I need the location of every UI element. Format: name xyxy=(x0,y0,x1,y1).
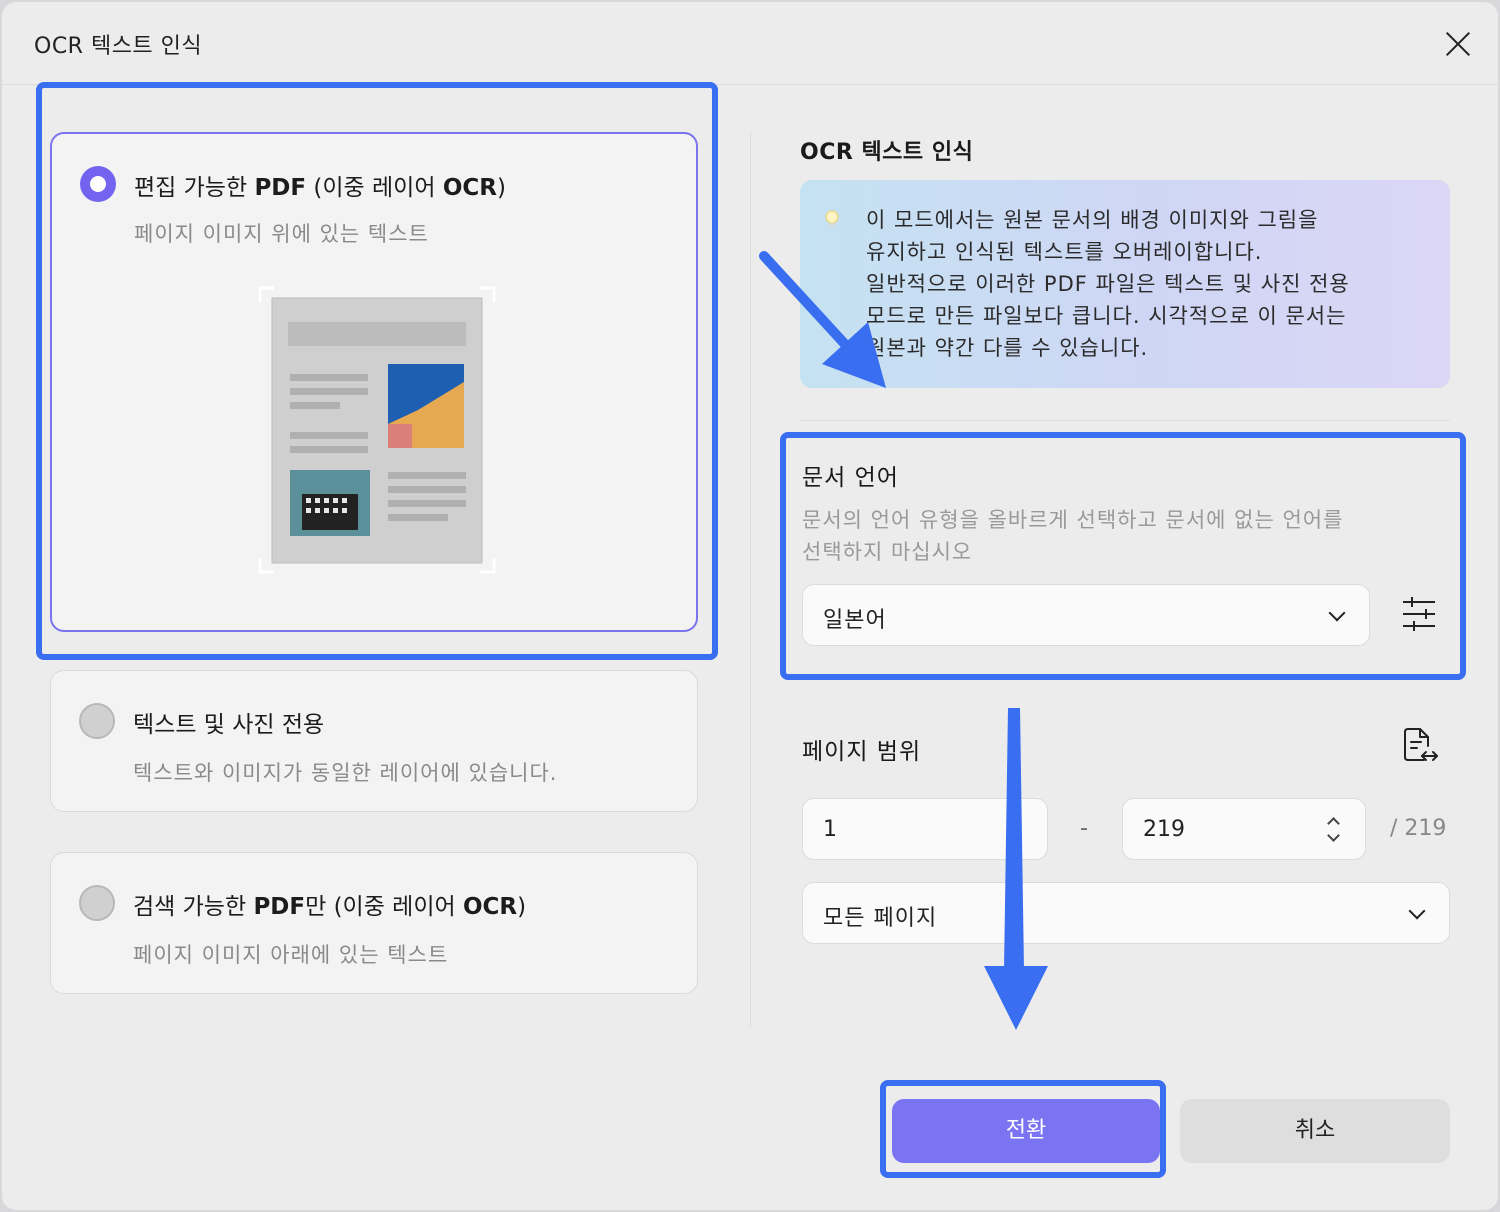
language-label: 문서 언어 xyxy=(802,465,899,491)
range-dash: - xyxy=(1080,816,1088,841)
radio-editable-pdf[interactable] xyxy=(80,166,116,202)
dialog-title: OCR 텍스트 인식 xyxy=(34,34,203,59)
chevron-up-icon[interactable] xyxy=(1327,817,1340,830)
document-illustration xyxy=(258,286,496,574)
mode-card-searchable-pdf[interactable]: 검색 가능한 PDF만 (이중 레이어 OCR) 페이지 이미지 아래에 있는 … xyxy=(50,852,698,994)
page-from-input[interactable]: 1 xyxy=(802,798,1048,860)
radio-searchable-pdf[interactable] xyxy=(79,885,115,921)
language-desc: 문서의 언어 유형을 올바르게 선택하고 문서에 없는 언어를 선택하지 마십시… xyxy=(802,508,1344,564)
info-text: 이 모드에서는 원본 문서의 배경 이미지와 그림을 유지하고 인식된 텍스트를… xyxy=(866,208,1350,360)
convert-button[interactable]: 전환 xyxy=(892,1099,1160,1163)
mode-card-text-image[interactable]: 텍스트 및 사진 전용 텍스트와 이미지가 동일한 레이어에 있습니다. xyxy=(50,670,698,812)
radio-text-image[interactable] xyxy=(79,703,115,739)
page-from-value: 1 xyxy=(823,817,837,842)
page-subset-value: 모든 페이지 xyxy=(823,906,938,931)
mode-desc-text-image: 텍스트와 이미지가 동일한 레이어에 있습니다. xyxy=(133,761,558,785)
lightbulb-icon xyxy=(825,210,839,227)
page-range-label: 페이지 범위 xyxy=(802,739,922,765)
page-total: / 219 xyxy=(1390,816,1447,841)
panel-title: OCR 텍스트 인식 xyxy=(800,140,974,165)
mode-desc-editable-pdf: 페이지 이미지 위에 있는 텍스트 xyxy=(134,222,429,246)
mode-title-text-image: 텍스트 및 사진 전용 xyxy=(133,712,325,738)
arrow-to-convert xyxy=(984,708,1048,1030)
ocr-dialog: OCR 텍스트 인식 편집 가능한 PDF (이중 레이어 OCR) 페이지 이… xyxy=(2,2,1498,1210)
settings-sliders-icon[interactable] xyxy=(1402,596,1436,632)
mode-title-searchable-pdf: 검색 가능한 PDF만 (이중 레이어 OCR) xyxy=(133,894,527,920)
mode-card-editable-pdf[interactable]: 편집 가능한 PDF (이중 레이어 OCR) 페이지 이미지 위에 있는 텍스… xyxy=(50,132,698,632)
page-subset-select[interactable]: 모든 페이지 xyxy=(802,882,1450,944)
info-box: 이 모드에서는 원본 문서의 배경 이미지와 그림을 유지하고 인식된 텍스트를… xyxy=(800,180,1450,388)
page-to-value: 219 xyxy=(1143,817,1185,842)
chevron-down-icon xyxy=(1328,604,1346,622)
page-swap-icon[interactable] xyxy=(1402,726,1440,764)
cancel-button[interactable]: 취소 xyxy=(1180,1099,1450,1163)
close-icon[interactable] xyxy=(1440,26,1476,62)
chevron-down-icon[interactable] xyxy=(1327,829,1340,842)
section-divider xyxy=(800,420,1450,421)
mode-desc-searchable-pdf: 페이지 이미지 아래에 있는 텍스트 xyxy=(133,943,449,967)
page-to-input[interactable]: 219 xyxy=(1122,798,1366,860)
panel-divider xyxy=(750,132,751,1027)
language-select-value: 일본어 xyxy=(823,608,887,633)
mode-title-editable-pdf: 편집 가능한 PDF (이중 레이어 OCR) xyxy=(134,175,506,201)
chevron-down-icon xyxy=(1408,902,1426,920)
title-bar: OCR 텍스트 인식 xyxy=(2,2,1498,85)
language-select[interactable]: 일본어 xyxy=(802,584,1370,646)
